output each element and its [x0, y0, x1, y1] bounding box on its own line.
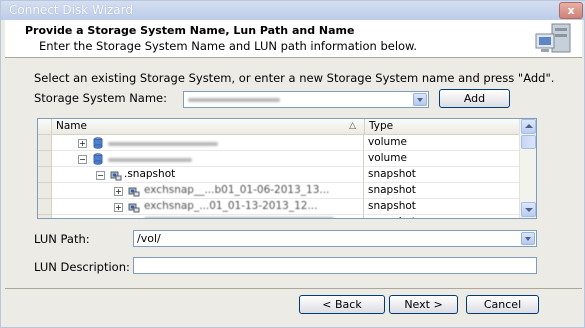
sort-ascending-icon: △	[349, 121, 356, 131]
next-button[interactable]: Next >	[389, 295, 458, 314]
lun-path-value: /vol/	[137, 232, 161, 245]
row-selector-header	[38, 119, 52, 135]
lun-description-label: LUN Description:	[34, 260, 130, 274]
instruction-text: Select an existing Storage System, or en…	[34, 71, 555, 85]
tree-name-cell[interactable]: +	[52, 135, 364, 151]
storage-system-name-label: Storage System Name:	[34, 91, 167, 105]
tree-type-cell: snapshot	[365, 183, 520, 199]
vertical-scrollbar[interactable]	[519, 119, 536, 218]
chevron-down-icon[interactable]	[413, 93, 427, 106]
connect-disk-wizard-window: Connect Disk Wizard x Provide a Storage …	[0, 0, 585, 328]
redacted-storage-system-name	[188, 98, 280, 102]
expand-icon[interactable]: +	[114, 187, 123, 196]
row-selector[interactable]	[38, 215, 52, 218]
header-subtitle: Enter the Storage System Name and LUN pa…	[39, 39, 418, 53]
column-header-name[interactable]: Name △	[52, 119, 365, 135]
tree-name-cell[interactable]: + exchsnap_...01_01-13-2013_12...	[52, 199, 364, 215]
redacted-volume-name	[108, 158, 192, 162]
chevron-down-icon[interactable]	[521, 232, 535, 245]
collapse-icon[interactable]: −	[78, 155, 87, 164]
lun-description-field[interactable]	[133, 257, 537, 274]
snapshot-folder-name: .snapshot	[124, 168, 176, 180]
expand-icon[interactable]: +	[114, 203, 123, 212]
snapshot-icon	[128, 187, 140, 197]
scroll-thumb[interactable]	[521, 135, 536, 149]
tree-row[interactable]: − volume	[38, 151, 520, 167]
tree-row[interactable]: + exchsnap__...b01_01-06-2013_13... snap…	[38, 183, 520, 199]
row-selector[interactable]	[38, 151, 52, 167]
row-selector[interactable]	[38, 183, 52, 199]
tree-name-cell[interactable]: + exchsnap__...b01_01-06-2013_13...	[52, 183, 364, 199]
volume-icon	[93, 153, 103, 165]
header-title: Provide a Storage System Name, Lun Path …	[25, 24, 355, 37]
wizard-header: Provide a Storage System Name, Lun Path …	[5, 20, 582, 58]
row-selector[interactable]	[38, 167, 52, 183]
tree-type-cell: volume	[365, 135, 520, 151]
footer-divider	[5, 288, 582, 289]
tree-type-cell: snapshot	[365, 199, 520, 215]
tree-name-cell[interactable]: − .snapshot	[52, 167, 364, 183]
collapse-icon[interactable]: −	[96, 171, 105, 180]
cancel-button[interactable]: Cancel	[466, 295, 539, 314]
grid-header: Name △ Type	[38, 119, 520, 135]
tree-name-cell[interactable]: −	[52, 151, 364, 167]
tree-row[interactable]: − .snapshot snapshot	[38, 167, 520, 183]
row-selector[interactable]	[38, 199, 52, 215]
snapshot-icon	[128, 203, 140, 213]
storage-system-name-combo[interactable]	[183, 91, 429, 108]
back-button[interactable]: < Back	[299, 295, 385, 314]
tree-type-cell: snapshot	[365, 215, 520, 218]
window-title: Connect Disk Wizard	[9, 3, 133, 17]
tree-row[interactable]: snapshot	[38, 215, 520, 219]
snapshot-name: exchsnap__...b01_01-06-2013_13...	[144, 184, 330, 196]
tree-row[interactable]: + exchsnap_...01_01-13-2013_12... snapsh…	[38, 199, 520, 215]
tree-type-cell: volume	[365, 151, 520, 167]
close-button[interactable]: x	[559, 2, 583, 19]
title-bar[interactable]: Connect Disk Wizard x	[1, 1, 585, 20]
scroll-down-button[interactable]	[521, 202, 536, 217]
volume-icon	[93, 137, 103, 149]
redacted-snapshot-name	[144, 217, 334, 218]
add-button[interactable]: Add	[439, 89, 510, 108]
row-selector[interactable]	[38, 135, 52, 151]
column-name-label: Name	[56, 120, 87, 132]
scroll-up-button[interactable]	[521, 119, 536, 134]
storage-tree-grid[interactable]: Name △ Type + volume − volume − .snapsho…	[37, 118, 537, 219]
snapshot-icon	[128, 217, 140, 219]
lun-path-label: LUN Path:	[34, 232, 90, 246]
column-header-type[interactable]: Type	[365, 119, 520, 135]
snapshot-folder-icon	[110, 171, 122, 181]
expand-icon[interactable]: +	[78, 139, 87, 148]
lun-path-combo[interactable]: /vol/	[133, 230, 537, 247]
tree-name-cell[interactable]	[52, 215, 364, 219]
redacted-volume-name	[108, 142, 218, 146]
tree-type-cell: snapshot	[365, 167, 520, 183]
wizard-header-icon	[535, 23, 571, 53]
snapshot-name: exchsnap_...01_01-13-2013_12...	[144, 200, 318, 212]
tree-row[interactable]: + volume	[38, 135, 520, 151]
